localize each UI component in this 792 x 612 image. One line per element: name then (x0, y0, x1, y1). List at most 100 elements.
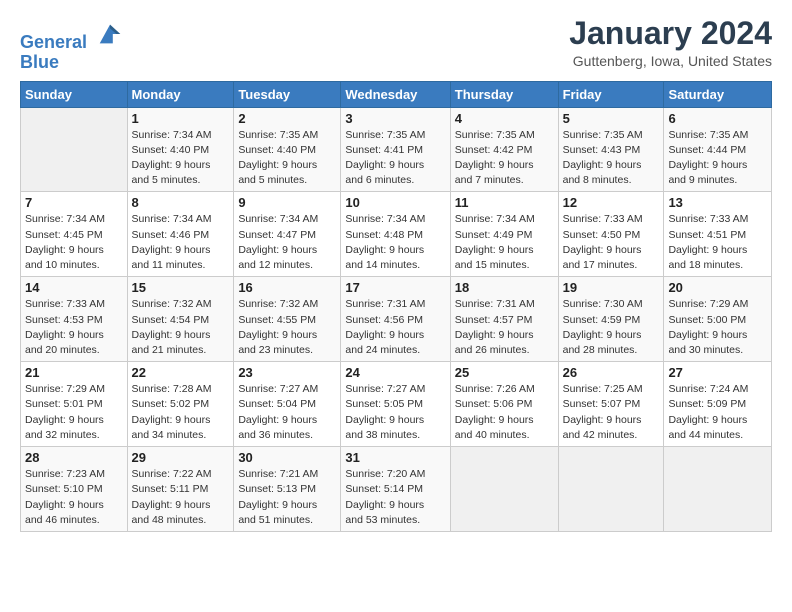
calendar-cell: 30 Sunrise: 7:21 AM Sunset: 5:13 PM Dayli… (234, 447, 341, 532)
day-info: Sunrise: 7:31 AM Sunset: 4:56 PM Dayligh… (345, 297, 445, 358)
calendar-cell (558, 447, 664, 532)
day-info: Sunrise: 7:23 AM Sunset: 5:10 PM Dayligh… (25, 467, 123, 528)
day-info: Sunrise: 7:32 AM Sunset: 4:55 PM Dayligh… (238, 297, 336, 358)
day-number: 9 (238, 195, 336, 210)
day-info: Sunrise: 7:27 AM Sunset: 5:05 PM Dayligh… (345, 382, 445, 443)
day-info: Sunrise: 7:35 AM Sunset: 4:42 PM Dayligh… (455, 128, 554, 189)
day-number: 24 (345, 365, 445, 380)
day-info: Sunrise: 7:33 AM Sunset: 4:50 PM Dayligh… (563, 212, 660, 273)
calendar-cell: 24 Sunrise: 7:27 AM Sunset: 5:05 PM Dayli… (341, 362, 450, 447)
day-info: Sunrise: 7:22 AM Sunset: 5:11 PM Dayligh… (132, 467, 230, 528)
title-block: January 2024 Guttenberg, Iowa, United St… (569, 16, 772, 69)
calendar-cell: 18 Sunrise: 7:31 AM Sunset: 4:57 PM Dayli… (450, 277, 558, 362)
day-number: 30 (238, 450, 336, 465)
day-number: 25 (455, 365, 554, 380)
day-number: 3 (345, 111, 445, 126)
calendar-cell: 7Sunrise: 7:34 AM Sunset: 4:45 PM Daylig… (21, 192, 128, 277)
day-info: Sunrise: 7:34 AM Sunset: 4:48 PM Dayligh… (345, 212, 445, 273)
logo: General Blue (20, 20, 124, 73)
day-info: Sunrise: 7:20 AM Sunset: 5:14 PM Dayligh… (345, 467, 445, 528)
day-info: Sunrise: 7:24 AM Sunset: 5:09 PM Dayligh… (668, 382, 767, 443)
day-info: Sunrise: 7:35 AM Sunset: 4:44 PM Dayligh… (668, 128, 767, 189)
day-number: 21 (25, 365, 123, 380)
calendar-cell: 17 Sunrise: 7:31 AM Sunset: 4:56 PM Dayli… (341, 277, 450, 362)
col-wednesday: Wednesday (341, 81, 450, 107)
calendar-cell: 14Sunrise: 7:33 AM Sunset: 4:53 PM Dayli… (21, 277, 128, 362)
day-info: Sunrise: 7:34 AM Sunset: 4:40 PM Dayligh… (132, 128, 230, 189)
calendar-cell: 29Sunrise: 7:22 AM Sunset: 5:11 PM Dayli… (127, 447, 234, 532)
calendar-cell (664, 447, 772, 532)
day-info: Sunrise: 7:27 AM Sunset: 5:04 PM Dayligh… (238, 382, 336, 443)
calendar-header: Sunday Monday Tuesday Wednesday Thursday… (21, 81, 772, 107)
day-info: Sunrise: 7:25 AM Sunset: 5:07 PM Dayligh… (563, 382, 660, 443)
day-number: 23 (238, 365, 336, 380)
calendar-cell: 21 Sunrise: 7:29 AM Sunset: 5:01 PM Dayli… (21, 362, 128, 447)
day-number: 17 (345, 280, 445, 295)
day-number: 31 (345, 450, 445, 465)
calendar-cell: 19Sunrise: 7:30 AM Sunset: 4:59 PM Dayli… (558, 277, 664, 362)
day-info: Sunrise: 7:34 AM Sunset: 4:49 PM Dayligh… (455, 212, 554, 273)
calendar-cell: 6 Sunrise: 7:35 AM Sunset: 4:44 PM Daylig… (664, 107, 772, 192)
day-number: 10 (345, 195, 445, 210)
calendar-cell: 23 Sunrise: 7:27 AM Sunset: 5:04 PM Dayli… (234, 362, 341, 447)
col-monday: Monday (127, 81, 234, 107)
calendar-cell: 16Sunrise: 7:32 AM Sunset: 4:55 PM Dayli… (234, 277, 341, 362)
day-number: 28 (25, 450, 123, 465)
day-info: Sunrise: 7:33 AM Sunset: 4:53 PM Dayligh… (25, 297, 123, 358)
header: General Blue January 2024 Guttenberg, Io… (20, 16, 772, 73)
day-info: Sunrise: 7:35 AM Sunset: 4:40 PM Dayligh… (238, 128, 336, 189)
day-number: 20 (668, 280, 767, 295)
day-number: 13 (668, 195, 767, 210)
weekday-row: Sunday Monday Tuesday Wednesday Thursday… (21, 81, 772, 107)
day-info: Sunrise: 7:34 AM Sunset: 4:45 PM Dayligh… (25, 212, 123, 273)
calendar-cell: 25 Sunrise: 7:26 AM Sunset: 5:06 PM Dayli… (450, 362, 558, 447)
calendar-cell (450, 447, 558, 532)
calendar-cell: 31 Sunrise: 7:20 AM Sunset: 5:14 PM Dayli… (341, 447, 450, 532)
calendar-cell: 22Sunrise: 7:28 AM Sunset: 5:02 PM Dayli… (127, 362, 234, 447)
day-info: Sunrise: 7:29 AM Sunset: 5:01 PM Dayligh… (25, 382, 123, 443)
day-info: Sunrise: 7:35 AM Sunset: 4:43 PM Dayligh… (563, 128, 660, 189)
calendar-cell: 15 Sunrise: 7:32 AM Sunset: 4:54 PM Dayli… (127, 277, 234, 362)
day-info: Sunrise: 7:21 AM Sunset: 5:13 PM Dayligh… (238, 467, 336, 528)
calendar-cell (21, 107, 128, 192)
calendar-cell: 8 Sunrise: 7:34 AM Sunset: 4:46 PM Daylig… (127, 192, 234, 277)
day-number: 22 (132, 365, 230, 380)
col-sunday: Sunday (21, 81, 128, 107)
calendar-cell: 11 Sunrise: 7:34 AM Sunset: 4:49 PM Dayli… (450, 192, 558, 277)
day-number: 1 (132, 111, 230, 126)
calendar-week-row: 28 Sunrise: 7:23 AM Sunset: 5:10 PM Dayli… (21, 447, 772, 532)
col-saturday: Saturday (664, 81, 772, 107)
day-number: 18 (455, 280, 554, 295)
location: Guttenberg, Iowa, United States (569, 53, 772, 69)
day-info: Sunrise: 7:34 AM Sunset: 4:46 PM Dayligh… (132, 212, 230, 273)
day-number: 11 (455, 195, 554, 210)
calendar-cell: 20Sunrise: 7:29 AM Sunset: 5:00 PM Dayli… (664, 277, 772, 362)
calendar-cell: 3 Sunrise: 7:35 AM Sunset: 4:41 PM Daylig… (341, 107, 450, 192)
calendar-cell: 13Sunrise: 7:33 AM Sunset: 4:51 PM Dayli… (664, 192, 772, 277)
calendar-cell: 4Sunrise: 7:35 AM Sunset: 4:42 PM Daylig… (450, 107, 558, 192)
day-number: 27 (668, 365, 767, 380)
calendar-week-row: 7Sunrise: 7:34 AM Sunset: 4:45 PM Daylig… (21, 192, 772, 277)
day-info: Sunrise: 7:35 AM Sunset: 4:41 PM Dayligh… (345, 128, 445, 189)
day-info: Sunrise: 7:31 AM Sunset: 4:57 PM Dayligh… (455, 297, 554, 358)
day-number: 2 (238, 111, 336, 126)
calendar-cell: 27 Sunrise: 7:24 AM Sunset: 5:09 PM Dayli… (664, 362, 772, 447)
page-container: General Blue January 2024 Guttenberg, Io… (0, 0, 792, 542)
day-number: 19 (563, 280, 660, 295)
day-number: 5 (563, 111, 660, 126)
day-info: Sunrise: 7:26 AM Sunset: 5:06 PM Dayligh… (455, 382, 554, 443)
calendar-cell: 5 Sunrise: 7:35 AM Sunset: 4:43 PM Daylig… (558, 107, 664, 192)
logo-icon (96, 20, 124, 48)
day-number: 15 (132, 280, 230, 295)
calendar-week-row: 14Sunrise: 7:33 AM Sunset: 4:53 PM Dayli… (21, 277, 772, 362)
day-number: 6 (668, 111, 767, 126)
day-number: 12 (563, 195, 660, 210)
logo-general: General (20, 32, 87, 52)
day-number: 8 (132, 195, 230, 210)
col-tuesday: Tuesday (234, 81, 341, 107)
month-title: January 2024 (569, 16, 772, 51)
day-info: Sunrise: 7:32 AM Sunset: 4:54 PM Dayligh… (132, 297, 230, 358)
logo-text: General (20, 20, 124, 53)
calendar-cell: 26Sunrise: 7:25 AM Sunset: 5:07 PM Dayli… (558, 362, 664, 447)
calendar-body: 1 Sunrise: 7:34 AM Sunset: 4:40 PM Daylig… (21, 107, 772, 531)
